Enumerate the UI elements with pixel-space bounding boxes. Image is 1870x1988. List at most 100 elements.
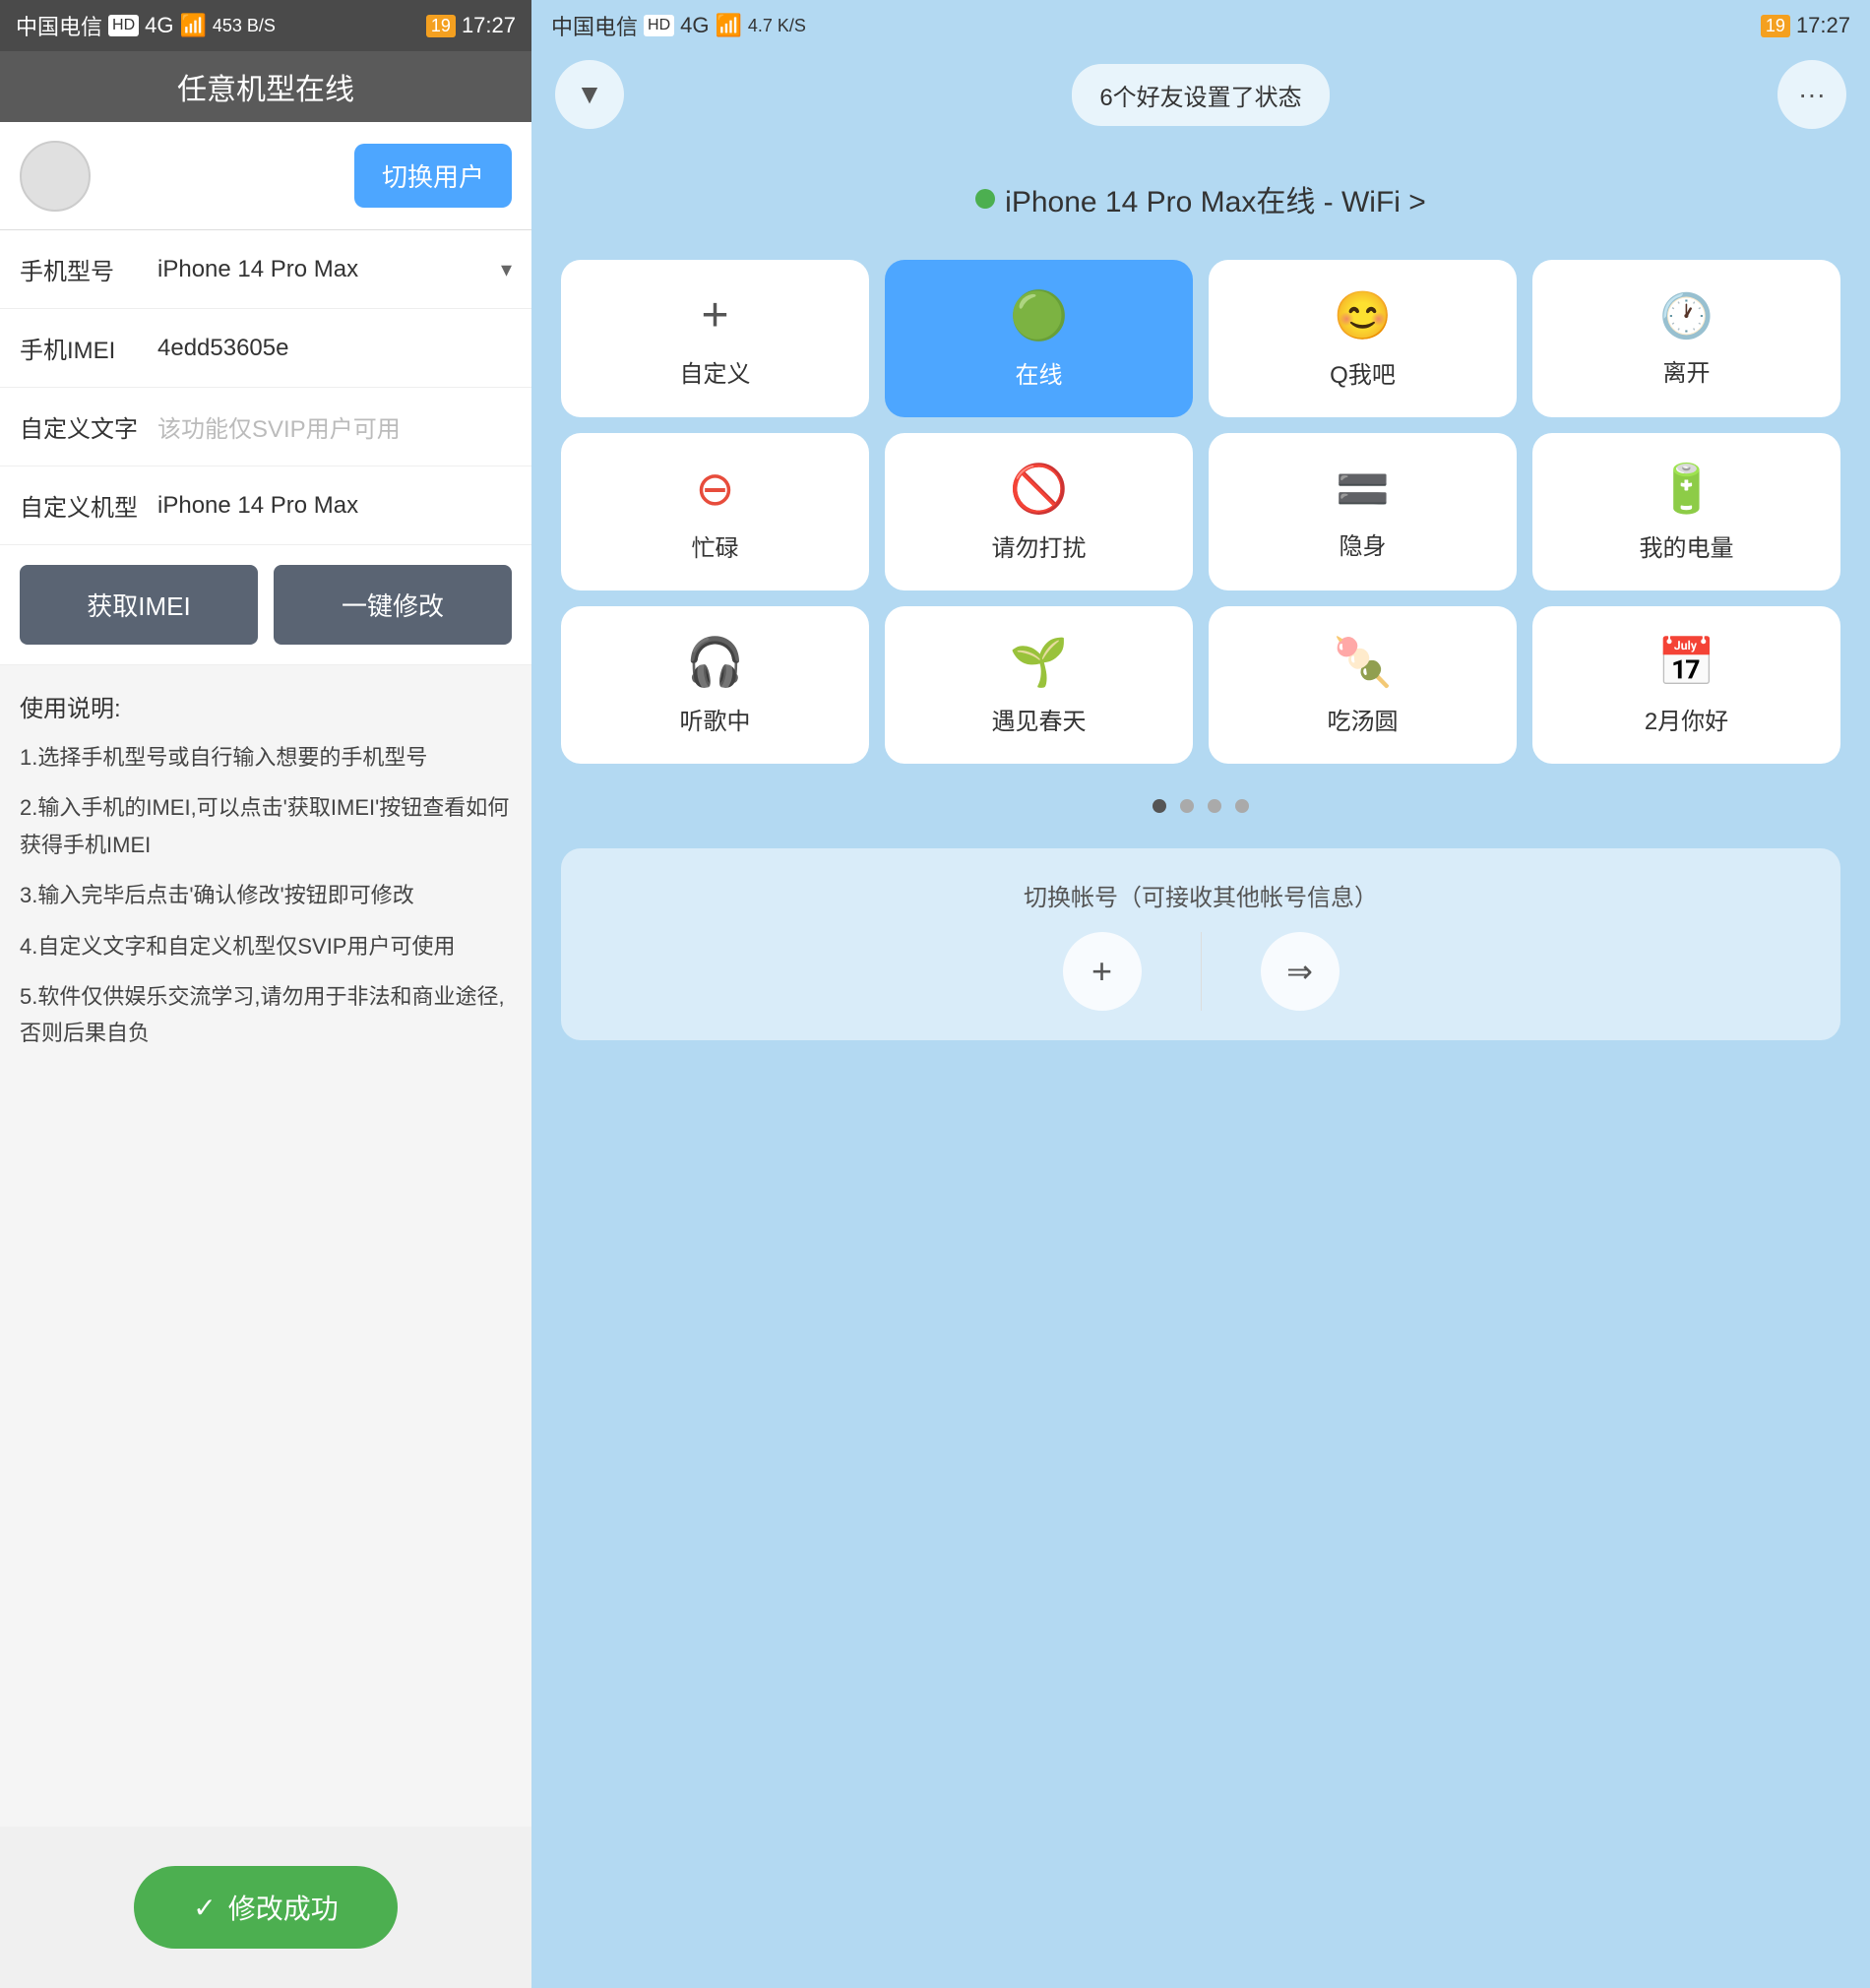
one-key-modify-button[interactable]: 一键修改 [274, 565, 512, 645]
wifi-left: 📶 [179, 13, 206, 38]
dnd-label: 请勿打扰 [992, 528, 1087, 563]
switch-account-section: 切换帐号（可接收其他帐号信息） + ⇒ [561, 848, 1840, 1040]
custom-model-row: 自定义机型 iPhone 14 Pro Max [0, 466, 531, 545]
invisible-icon: 🟰 [1336, 464, 1390, 515]
right-panel: 中国电信 HD 4G 📶 4.7 K/S 19 17:27 ▼ 6个好友设置了状… [531, 0, 1870, 1988]
signal-left: 4G [145, 13, 173, 38]
phone-model-row: 手机型号 iPhone 14 Pro Max ▾ [0, 230, 531, 309]
status-item-music[interactable]: 🎧 听歌中 [561, 606, 869, 764]
status-bar-right: 中国电信 HD 4G 📶 4.7 K/S 19 17:27 [531, 0, 1870, 51]
dot-2 [1180, 799, 1194, 813]
custom-text-row: 自定义文字 该功能仅SVIP用户可用 [0, 388, 531, 466]
battery-label: 我的电量 [1640, 528, 1734, 563]
callme-label: Q我吧 [1330, 355, 1396, 390]
battery-icon-left: 19 [426, 15, 456, 37]
status-item-feb[interactable]: 📅 2月你好 [1532, 606, 1840, 764]
status-item-away[interactable]: 🕐 离开 [1532, 260, 1840, 417]
more-button[interactable]: ··· [1777, 60, 1846, 129]
wifi-right: 📶 [715, 13, 741, 38]
custom-text-input[interactable]: 该功能仅SVIP用户可用 [148, 392, 512, 462]
instruction-1: 1.选择手机型号或自行输入想要的手机型号 [20, 739, 512, 776]
carrier-left: 中国电信 [16, 10, 102, 41]
success-button[interactable]: ✓ 修改成功 [134, 1866, 397, 1949]
phone-model-value[interactable]: iPhone 14 Pro Max [148, 238, 501, 301]
separator [1201, 932, 1202, 1011]
status-grid: + 自定义 🟢 在线 😊 Q我吧 🕐 离开 ⊖ 忙碌 🚫 请勿打扰 🟰 隐身 [531, 240, 1870, 783]
status-item-callme[interactable]: 😊 Q我吧 [1209, 260, 1517, 417]
signal-right: 4G [680, 13, 709, 38]
left-panel: 中国电信 HD 4G 📶 453 B/S 19 17:27 任意机型在线 切换用… [0, 0, 531, 1988]
status-item-custom[interactable]: + 自定义 [561, 260, 869, 417]
invisible-label: 隐身 [1340, 527, 1387, 561]
status-item-dnd[interactable]: 🚫 请勿打扰 [885, 433, 1193, 590]
time-left: 17:27 [462, 13, 516, 38]
instruction-5: 5.软件仅供娱乐交流学习,请勿用于非法和商业途径,否则后果自负 [20, 978, 512, 1052]
custom-model-value[interactable]: iPhone 14 Pro Max [148, 474, 512, 537]
spring-label: 遇见春天 [992, 702, 1087, 736]
user-section: 切换用户 [0, 122, 531, 230]
page-dots [531, 783, 1870, 829]
get-imei-button[interactable]: 获取IMEI [20, 565, 258, 645]
dot-4 [1235, 799, 1249, 813]
app-title-bar: 任意机型在线 [0, 51, 531, 122]
dot-1 [1153, 799, 1166, 813]
switch-account-title: 切换帐号（可接收其他帐号信息） [600, 878, 1801, 912]
away-icon: 🕐 [1659, 290, 1714, 342]
status-bar-left: 中国电信 HD 4G 📶 453 B/S 19 17:27 [0, 0, 531, 51]
feb-icon: 📅 [1657, 634, 1716, 690]
instruction-4: 4.自定义文字和自定义机型仅SVIP用户可使用 [20, 928, 512, 964]
time-battery-right: 19 17:27 [1761, 13, 1850, 38]
switch-account-button[interactable]: ⇒ [1261, 932, 1340, 1011]
add-account-button[interactable]: + [1063, 932, 1142, 1011]
imei-value[interactable]: 4edd53605e [148, 317, 512, 380]
carrier-right: 中国电信 [551, 10, 638, 41]
status-item-battery[interactable]: 🔋 我的电量 [1532, 433, 1840, 590]
online-status[interactable]: iPhone 14 Pro Max在线 - WiFi > [531, 138, 1870, 240]
battery-icon-right: 19 [1761, 15, 1790, 37]
speed-left: 453 B/S [213, 16, 276, 36]
speed-right: 4.7 K/S [748, 16, 806, 36]
instructions-title: 使用说明: [20, 689, 512, 723]
plus-icon: + [701, 288, 728, 342]
imei-row: 手机IMEI 4edd53605e [0, 309, 531, 388]
friend-status-button[interactable]: 6个好友设置了状态 [1072, 64, 1329, 126]
dnd-icon: 🚫 [1010, 461, 1069, 517]
avatar [20, 141, 91, 212]
status-item-invisible[interactable]: 🟰 隐身 [1209, 433, 1517, 590]
battery-status-icon: 🔋 [1657, 461, 1716, 517]
away-label: 离开 [1663, 353, 1711, 388]
music-icon: 🎧 [686, 634, 745, 690]
carrier-info: 中国电信 HD 4G 📶 453 B/S [16, 10, 276, 41]
hd-badge-right: HD [644, 15, 674, 36]
success-label: 修改成功 [228, 1888, 339, 1927]
status-item-spring[interactable]: 🌱 遇见春天 [885, 606, 1193, 764]
imei-label: 手机IMEI [20, 331, 148, 365]
chevron-down-icon: ▼ [576, 79, 603, 110]
status-item-online[interactable]: 🟢 在线 [885, 260, 1193, 417]
switch-icon: ⇒ [1286, 953, 1313, 990]
instruction-2: 2.输入手机的IMEI,可以点击'获取IMEI'按钮查看如何获得手机IMEI [20, 789, 512, 863]
hd-badge-left: HD [108, 15, 139, 36]
online-status-text: iPhone 14 Pro Max在线 - WiFi > [1005, 177, 1426, 220]
tangyuan-label: 吃汤圆 [1328, 702, 1399, 736]
dropdown-arrow-icon[interactable]: ▾ [501, 257, 512, 282]
instructions-section: 使用说明: 1.选择手机型号或自行输入想要的手机型号 2.输入手机的IMEI,可… [0, 665, 531, 1827]
dot-3 [1208, 799, 1221, 813]
action-buttons: 获取IMEI 一键修改 [0, 545, 531, 665]
nav-down-button[interactable]: ▼ [555, 60, 624, 129]
callme-icon: 😊 [1334, 287, 1393, 343]
time-battery-left: 19 17:27 [426, 13, 516, 38]
online-dot-icon [975, 189, 995, 209]
carrier-info-right: 中国电信 HD 4G 📶 4.7 K/S [551, 10, 806, 41]
custom-label: 自定义 [680, 354, 751, 389]
online-label: 在线 [1016, 355, 1063, 390]
time-right: 17:27 [1796, 13, 1850, 38]
custom-text-label: 自定义文字 [20, 409, 148, 444]
busy-icon: ⊖ [695, 462, 734, 517]
status-item-busy[interactable]: ⊖ 忙碌 [561, 433, 869, 590]
switch-user-button[interactable]: 切换用户 [354, 144, 512, 208]
instruction-3: 3.输入完毕后点击'确认修改'按钮即可修改 [20, 877, 512, 913]
music-label: 听歌中 [680, 702, 751, 736]
online-icon: 🟢 [1010, 287, 1069, 343]
status-item-tangyuan[interactable]: 🍡 吃汤圆 [1209, 606, 1517, 764]
